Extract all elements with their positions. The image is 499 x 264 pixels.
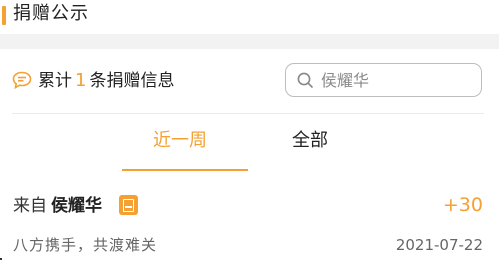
from-label: 来自 [13, 196, 47, 216]
count-prefix: 累计 [38, 71, 72, 91]
donation-date: 2021-07-22 [395, 236, 483, 254]
donation-amount: +30 [442, 194, 483, 216]
header-accent-bar [2, 6, 6, 25]
donation-message: 八方携手，共渡难关 [13, 236, 158, 254]
donor-name: 侯耀华 [51, 196, 102, 216]
section-gap [0, 34, 499, 49]
page-title: 捐赠公示 [13, 3, 89, 24]
donation-count: 1 [75, 70, 87, 91]
donor-line: 来自 侯耀华 [13, 194, 102, 218]
summary-row: 累计 1 条捐赠信息 [0, 49, 499, 113]
search-input[interactable] [321, 68, 471, 92]
tab-all[interactable]: 全部 [292, 128, 328, 154]
edge-dot [0, 258, 2, 260]
tab-recent-week[interactable]: 近一周 [153, 128, 207, 154]
search-box[interactable] [285, 63, 482, 97]
search-icon [297, 72, 313, 88]
count-suffix: 条捐赠信息 [89, 71, 175, 91]
donation-record[interactable]: 来自 侯耀华 +30 八方携手，共渡难关 2021-07-22 [0, 186, 499, 264]
document-glyph [123, 199, 134, 212]
page-header: 捐赠公示 [0, 0, 499, 34]
chat-bubble-icon [12, 71, 32, 89]
active-tab-indicator [122, 169, 248, 171]
certificate-icon[interactable] [119, 195, 138, 215]
tab-bar: 近一周 全部 [0, 114, 499, 172]
donation-count-text: 累计 1 条捐赠信息 [38, 69, 174, 93]
